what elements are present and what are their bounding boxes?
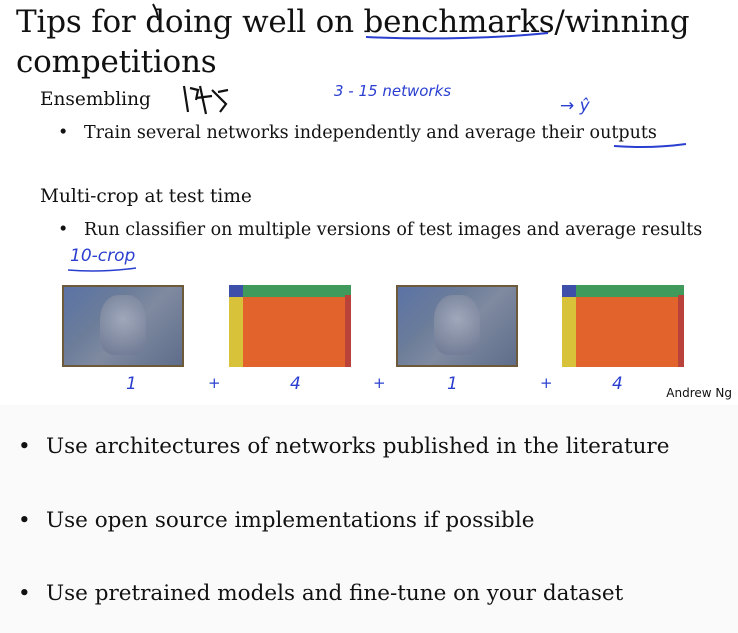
- tencrop-underline: [67, 267, 137, 272]
- benchmarks-underline: [365, 32, 549, 40]
- list-item-text: Use open source implementations if possi…: [46, 508, 535, 533]
- list-item: • Use pretrained models and fine-tune on …: [18, 579, 623, 609]
- list-item-text: Use architectures of networks published …: [46, 434, 670, 459]
- outputs-underline: [613, 143, 687, 149]
- ink-tick-mark: [152, 3, 159, 21]
- list-item: • Use open source implementations if poss…: [18, 506, 534, 536]
- tips-list: • Use architectures of networks published…: [0, 405, 738, 633]
- bullet-icon: •: [18, 434, 31, 459]
- list-item-text: Use pretrained models and fine-tune on y…: [46, 581, 624, 606]
- ink-marks: [67, 3, 687, 272]
- bullet-icon: •: [18, 508, 31, 533]
- list-item: • Use architectures of networks published…: [18, 432, 669, 462]
- chinese-annotation-icon: [182, 85, 229, 115]
- bullet-icon: •: [18, 581, 31, 606]
